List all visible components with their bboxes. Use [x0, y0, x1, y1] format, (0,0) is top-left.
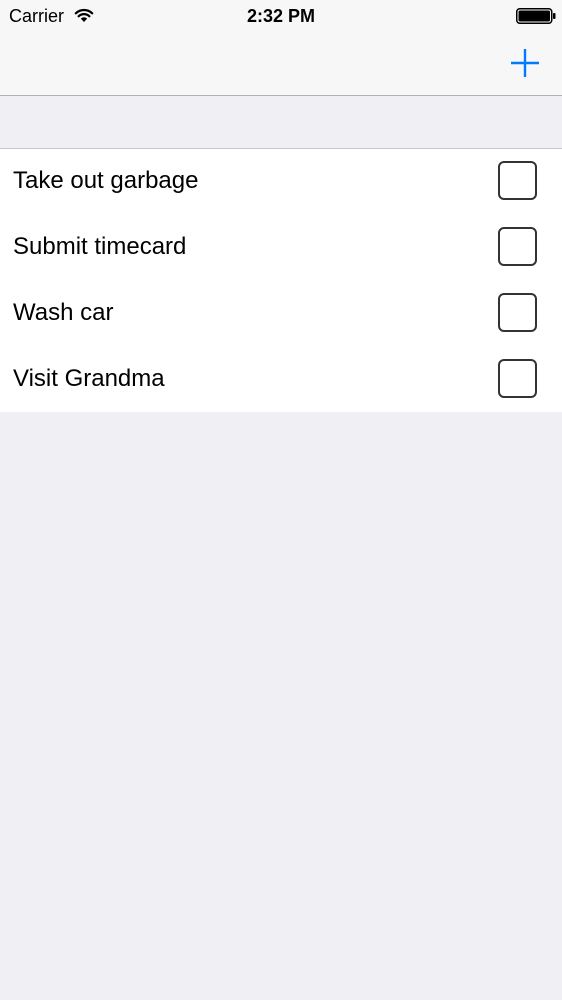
task-title: Wash car: [13, 299, 114, 326]
task-checkbox[interactable]: [498, 227, 537, 266]
task-list: Take out garbage Submit timecard Wash ca…: [0, 148, 562, 412]
task-row[interactable]: Visit Grandma: [0, 347, 562, 413]
task-checkbox[interactable]: [498, 161, 537, 200]
task-row[interactable]: Wash car: [0, 281, 562, 347]
task-row[interactable]: Submit timecard: [0, 215, 562, 281]
add-task-button[interactable]: [506, 44, 544, 82]
status-time: 2:32 PM: [246, 6, 316, 26]
plus-icon: [511, 49, 539, 77]
navigation-bar: Carrier 2:32 PM: [0, 0, 562, 96]
task-title: Take out garbage: [13, 167, 199, 194]
task-row[interactable]: Take out garbage: [0, 149, 562, 215]
battery-icon: [516, 8, 556, 24]
task-title: Visit Grandma: [13, 365, 165, 392]
status-bar: Carrier 2:32 PM: [0, 0, 562, 32]
task-title: Submit timecard: [13, 233, 187, 260]
task-checkbox[interactable]: [498, 359, 537, 398]
task-checkbox[interactable]: [498, 293, 537, 332]
